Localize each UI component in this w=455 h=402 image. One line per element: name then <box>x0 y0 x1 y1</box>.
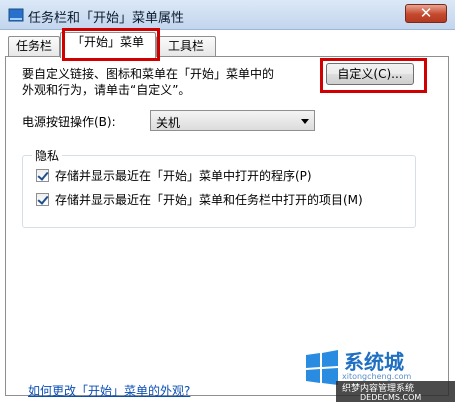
close-icon: ✕ <box>419 4 433 22</box>
start-menu-help-link[interactable]: 如何更改「开始」菜单的外观? <box>28 382 190 399</box>
window-title: 任务栏和「开始」菜单属性 <box>28 11 185 26</box>
customize-description: 要自定义链接、图标和菜单在「开始」菜单中的 外观和行为，请单击“自定义”。 <box>22 67 275 97</box>
watermark-url: xitongcheng.com <box>342 372 412 381</box>
tab-toolbars[interactable]: 工具栏 <box>156 36 216 57</box>
windows-logo-icon <box>306 350 338 385</box>
close-button[interactable]: ✕ <box>405 4 447 23</box>
title-bar: 任务栏和「开始」菜单属性 ✕ <box>0 0 455 30</box>
recent-items-label: 存储并显示最近在「开始」菜单和任务栏中打开的项目(M) <box>55 193 363 207</box>
site-watermark: 系统城 xitongcheng.com 织梦内容管理系统 DEDECMS.COM <box>306 350 455 402</box>
recent-programs-checkbox[interactable] <box>36 169 49 182</box>
customize-highlight-box <box>320 58 427 93</box>
chevron-down-icon <box>301 119 309 124</box>
tab-taskbar[interactable]: 任务栏 <box>8 36 60 57</box>
power-button-label: 电源按钮操作(B): <box>22 115 116 129</box>
privacy-group-title: 隐私 <box>32 147 63 164</box>
watermark-title: 系统城 <box>344 350 404 374</box>
tab-highlight-box <box>62 28 160 61</box>
recent-programs-label: 存储并显示最近在「开始」菜单中打开的程序(P) <box>55 169 312 183</box>
taskbar-properties-icon <box>8 8 24 22</box>
watermark-cms-url: DEDECMS.COM <box>360 393 421 402</box>
power-button-select[interactable]: 关机 <box>150 110 315 131</box>
recent-items-checkbox[interactable] <box>36 193 49 206</box>
power-button-value: 关机 <box>156 116 181 130</box>
